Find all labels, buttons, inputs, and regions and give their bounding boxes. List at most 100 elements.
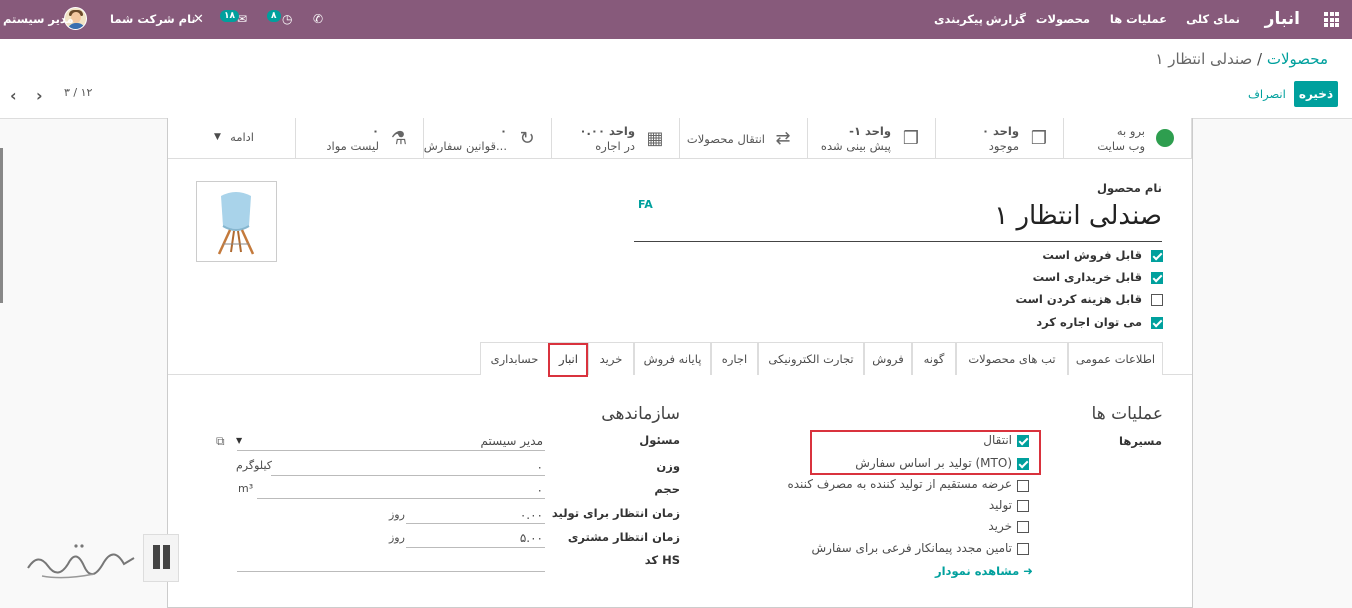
inventory-tab-highlight <box>548 343 588 377</box>
flask-icon: ⚗ <box>390 128 408 149</box>
routes-highlight <box>810 430 1041 475</box>
customer-lead-unit: روز <box>389 531 405 544</box>
route-manufacture-checkbox[interactable] <box>1017 500 1029 512</box>
stat-in-rental[interactable]: ▦ ۰.۰۰ واحد در اجاره <box>552 118 680 159</box>
route-subcontract-checkbox[interactable] <box>1017 543 1029 555</box>
tab-purchase[interactable]: خرید <box>588 342 634 375</box>
view-diagram-label: مشاهده نمودار <box>935 564 1020 578</box>
rent-ok-label: می توان اجاره کرد <box>1036 315 1142 329</box>
route-buy-checkbox[interactable] <box>1017 521 1029 533</box>
weight-value: ۰ <box>536 460 543 474</box>
menu-products[interactable]: محصولات <box>1036 0 1090 39</box>
volume-input[interactable] <box>257 481 545 499</box>
tab-ecommerce[interactable]: تجارت الکترونیکی <box>758 342 864 375</box>
rent-ok-checkbox[interactable] <box>1151 317 1163 329</box>
expense-checkbox[interactable] <box>1151 294 1163 306</box>
customer-lead-label: زمان انتظار مشتری <box>567 530 680 544</box>
stat-bom[interactable]: ⚗ ۰ لیست مواد <box>296 118 424 159</box>
discard-button[interactable]: انصراف <box>1248 87 1286 101</box>
hs-code-input[interactable] <box>237 554 545 572</box>
save-button[interactable]: ذخیره <box>1294 81 1338 107</box>
phone-icon[interactable]: ✆ <box>313 0 323 39</box>
purchase-ok-label: قابل خریداری است <box>1032 270 1142 284</box>
chair-image <box>217 192 255 255</box>
app-name[interactable]: انبار <box>1265 0 1300 39</box>
weight-input[interactable] <box>271 458 545 476</box>
pager-next-icon[interactable]: › <box>36 86 43 105</box>
menu-reporting[interactable]: گزارش <box>986 0 1026 39</box>
routes-label: مسیرها <box>1119 434 1162 448</box>
cubes-icon: ❒ <box>902 128 920 149</box>
stat-reorder-rules[interactable]: ↻ ۰ قوانین سفارش... <box>424 118 552 159</box>
stat-product-moves[interactable]: ⇄ انتقال محصولات <box>680 118 808 159</box>
product-name-input[interactable]: صندلی انتظار ۱ <box>994 201 1162 231</box>
lang-button[interactable]: FA <box>638 198 653 211</box>
weight-label: وزن <box>656 459 680 473</box>
mfg-lead-label: زمان انتظار برای تولید <box>551 506 680 520</box>
user-name[interactable]: مدیر سیستم <box>3 0 74 39</box>
stat-website[interactable]: برو به وب سایت <box>1064 118 1192 159</box>
breadcrumb-current: صندلی انتظار ۱ <box>1155 50 1253 68</box>
cubes-icon: ❒ <box>1030 128 1048 149</box>
route-dropship-label: عرضه مستقیم از تولید کننده به مصرف کننده <box>787 477 1012 491</box>
product-image[interactable] <box>196 181 277 262</box>
top-navbar: انبار نمای کلی عملیات ها محصولات گزارش پ… <box>0 0 1352 39</box>
product-name-label: نام محصول <box>1097 181 1162 195</box>
tab-product-tabs[interactable]: تب های محصولات <box>956 342 1068 375</box>
calendar-icon: ▦ <box>646 128 664 149</box>
responsible-value: مدیر سیستم <box>480 434 544 448</box>
apps-grid-icon[interactable] <box>1324 12 1339 27</box>
tab-accounting[interactable]: حسابداری <box>480 342 549 375</box>
tab-variants[interactable]: گونه <box>912 342 956 375</box>
view-diagram-link[interactable]: مشاهده نمودار ➜ <box>935 564 1033 578</box>
breadcrumb: محصولات / صندلی انتظار ۱ <box>1155 50 1328 68</box>
hs-code-label: کد HS <box>644 553 680 567</box>
activity-badge: ۸ <box>267 10 281 22</box>
route-subcontract-label: تامین مجدد پیمانکار فرعی برای سفارش <box>811 541 1012 555</box>
external-link-icon[interactable]: ⧉ <box>216 434 225 449</box>
pager-value[interactable]: ۳ / ۱۲ <box>64 86 92 99</box>
volume-unit: m³ <box>238 482 254 495</box>
route-dropship-checkbox[interactable] <box>1017 480 1029 492</box>
stat-more[interactable]: ادامه ▼ <box>168 118 296 159</box>
globe-icon <box>1156 129 1174 147</box>
activity-icon[interactable]: ◷ <box>282 0 292 39</box>
menu-overview[interactable]: نمای کلی <box>1186 0 1240 39</box>
tab-sales[interactable]: فروش <box>864 342 912 375</box>
tab-rental[interactable]: اجاره <box>711 342 758 375</box>
menu-operations[interactable]: عملیات ها <box>1110 0 1167 39</box>
watermark-calligraphy <box>27 544 135 579</box>
pager-prev-icon[interactable]: ‹ <box>10 86 17 105</box>
tab-general-info[interactable]: اطلاعات عمومی <box>1068 342 1163 375</box>
route-manufacture-label: تولید <box>988 498 1012 512</box>
logistics-title: سازماندهی <box>601 404 680 424</box>
mfg-lead-unit: روز <box>389 508 405 521</box>
caret-down-icon[interactable]: ▼ <box>236 436 242 445</box>
company-name[interactable]: نام شرکت شما <box>110 0 196 39</box>
watermark-logo <box>143 534 179 582</box>
stat-on-hand[interactable]: ❒ ۰ واحد موجود <box>936 118 1064 159</box>
scroll-indicator[interactable] <box>0 148 3 303</box>
volume-label: حجم <box>654 482 680 496</box>
menu-configuration[interactable]: پیکربندی <box>934 0 983 39</box>
mfg-lead-value: ۰.۰۰ <box>519 508 543 522</box>
arrow-right-icon: ➜ <box>1023 564 1033 578</box>
tab-pos[interactable]: پایانه فروش <box>634 342 711 375</box>
responsible-label: مسئول <box>639 433 680 447</box>
sale-ok-checkbox[interactable] <box>1151 250 1163 262</box>
refresh-icon: ↻ <box>519 128 535 149</box>
operations-title: عملیات ها <box>1091 404 1163 424</box>
product-name-underline <box>634 241 1162 242</box>
sale-ok-label: قابل فروش است <box>1042 248 1142 262</box>
purchase-ok-checkbox[interactable] <box>1151 272 1163 284</box>
messages-icon[interactable]: ✉ <box>237 0 247 39</box>
customer-lead-value: ۵.۰۰ <box>519 531 543 545</box>
breadcrumb-separator: / <box>1257 50 1263 68</box>
expense-label: قابل هزینه کردن است <box>1015 292 1142 306</box>
caret-down-icon: ▼ <box>214 132 221 142</box>
breadcrumb-parent[interactable]: محصولات <box>1267 50 1328 68</box>
stat-forecasted[interactable]: ❒ -۱ واحد پیش بینی شده <box>808 118 936 159</box>
messages-badge: ۱۸ <box>220 10 239 22</box>
route-buy-label: خرید <box>988 519 1012 533</box>
exchange-icon: ⇄ <box>775 128 791 149</box>
